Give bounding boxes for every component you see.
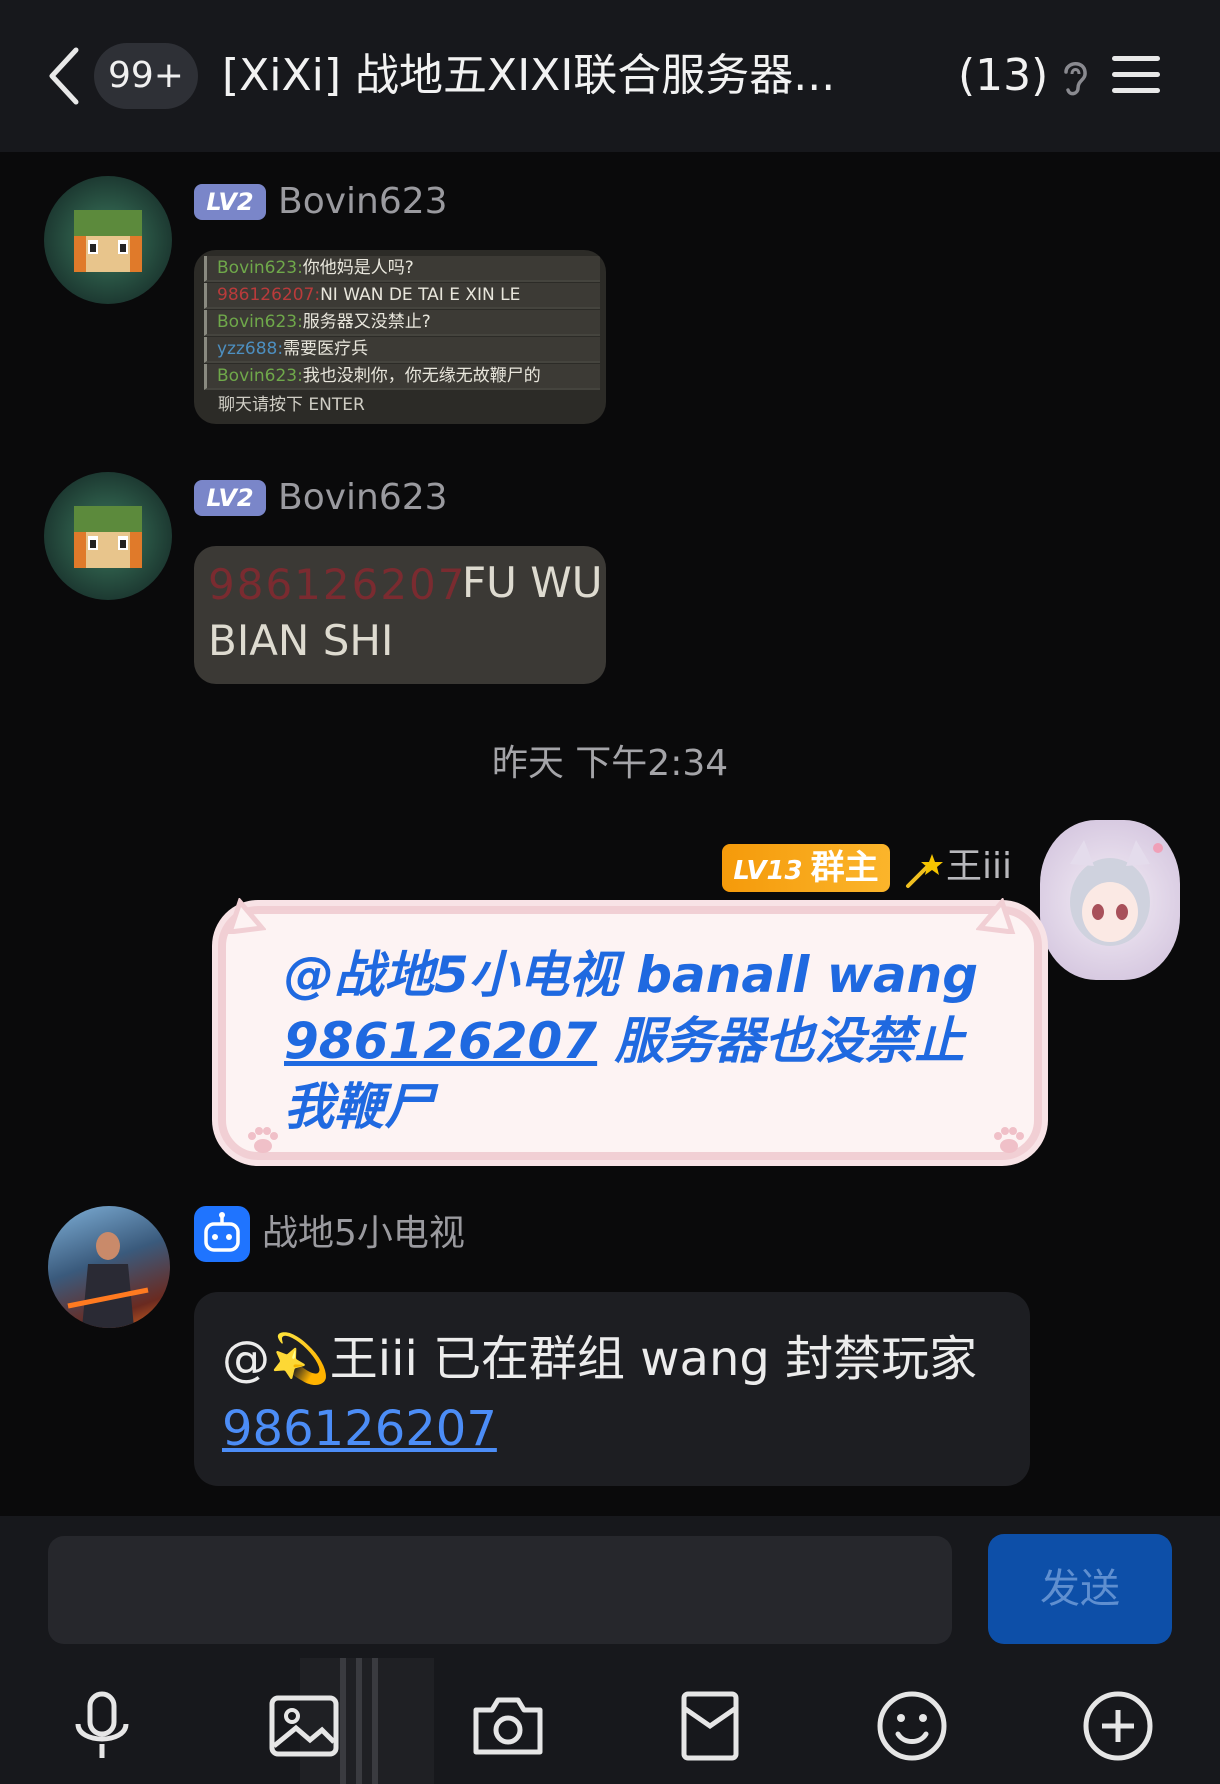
input-toolbar [0,1658,1220,1784]
menu-icon[interactable] [1110,52,1162,98]
paw-icon [248,1127,278,1153]
message-composer: 发送 [0,1516,1220,1658]
avatar[interactable] [44,472,172,600]
send-button[interactable]: 发送 [988,1534,1172,1644]
owner-avatar[interactable] [1040,820,1180,980]
unread-count-badge[interactable]: 99+ [94,43,198,109]
sender-name[interactable]: Bovin623 [278,180,448,224]
bot-avatar[interactable] [48,1206,170,1328]
sender-name[interactable]: Bovin623 [278,476,448,520]
microphone-icon[interactable] [64,1688,140,1764]
timestamp: 昨天 下午2:34 [491,743,729,784]
chevron-left-icon[interactable] [44,46,84,106]
image-ghost-text: 986126207 [208,560,467,609]
owner-message-text: @战地5小电视 banall wang 986126207 服务器也没禁止我鞭尸 [284,946,979,1136]
chat-screenshot-image[interactable]: Bovin623:你他妈是人吗? 986126207:NI WAN DE TAI… [194,250,606,424]
group-title[interactable]: [XiXi] 战地五XIXI联合服务器... [222,44,942,108]
image-icon[interactable] [266,1688,342,1764]
avatar[interactable] [44,176,172,304]
level-badge: LV2 [194,184,266,220]
plus-icon[interactable] [1080,1688,1156,1764]
level-badge: LV2 [194,480,266,516]
image-text-line: BIAN SHI [208,616,394,665]
image-chat-line: Bovin623:服务器又没禁止? [204,310,600,336]
image-chat-line: yzz688:需要医疗兵 [204,337,600,363]
image-chat-hint: 聊天请按下 ENTER [218,395,365,415]
cat-ear-decoration [226,898,266,934]
owner-level-badge: LV13 群主 [722,844,890,892]
shooting-star-icon [906,854,943,888]
robot-icon [194,1206,250,1262]
image-chat-line: Bovin623:我也没刺你，你无缘无故鞭尸的 [204,364,600,390]
paw-icon [994,1127,1024,1153]
chat-header: 99+ [XiXi] 战地五XIXI联合服务器... (13) [0,0,1220,152]
red-packet-icon[interactable] [672,1688,748,1764]
sender-name[interactable]: 战地5小电视 [262,1210,465,1258]
player-id-link[interactable]: 986126207 [284,1012,597,1070]
sender-name[interactable]: 王iii [946,842,1012,892]
member-count: (13) [958,50,1049,101]
bot-message-text: @💫王iii 已在群组 wang 封禁玩家 986126207 [222,1331,978,1457]
message-input[interactable] [48,1536,952,1644]
camera-icon[interactable] [470,1688,546,1764]
image-chat-line: Bovin623:你他妈是人吗? [204,256,600,282]
image-chat-line: 986126207:NI WAN DE TAI E XIN LE [204,283,600,309]
bot-message-bubble[interactable]: @💫王iii 已在群组 wang 封禁玩家 986126207 [194,1292,1030,1486]
image-text-line: FU WU [462,558,603,607]
text-screenshot-image[interactable]: 986126207 FU WU BIAN SHI [194,546,606,684]
cat-ear-decoration [976,898,1016,934]
player-id-link[interactable]: 986126207 [222,1401,497,1457]
owner-message-bubble[interactable]: @战地5小电视 banall wang 986126207 服务器也没禁止我鞭尸 [218,898,1042,1160]
emoji-icon[interactable] [874,1688,950,1764]
ear-icon[interactable] [1058,56,1092,98]
